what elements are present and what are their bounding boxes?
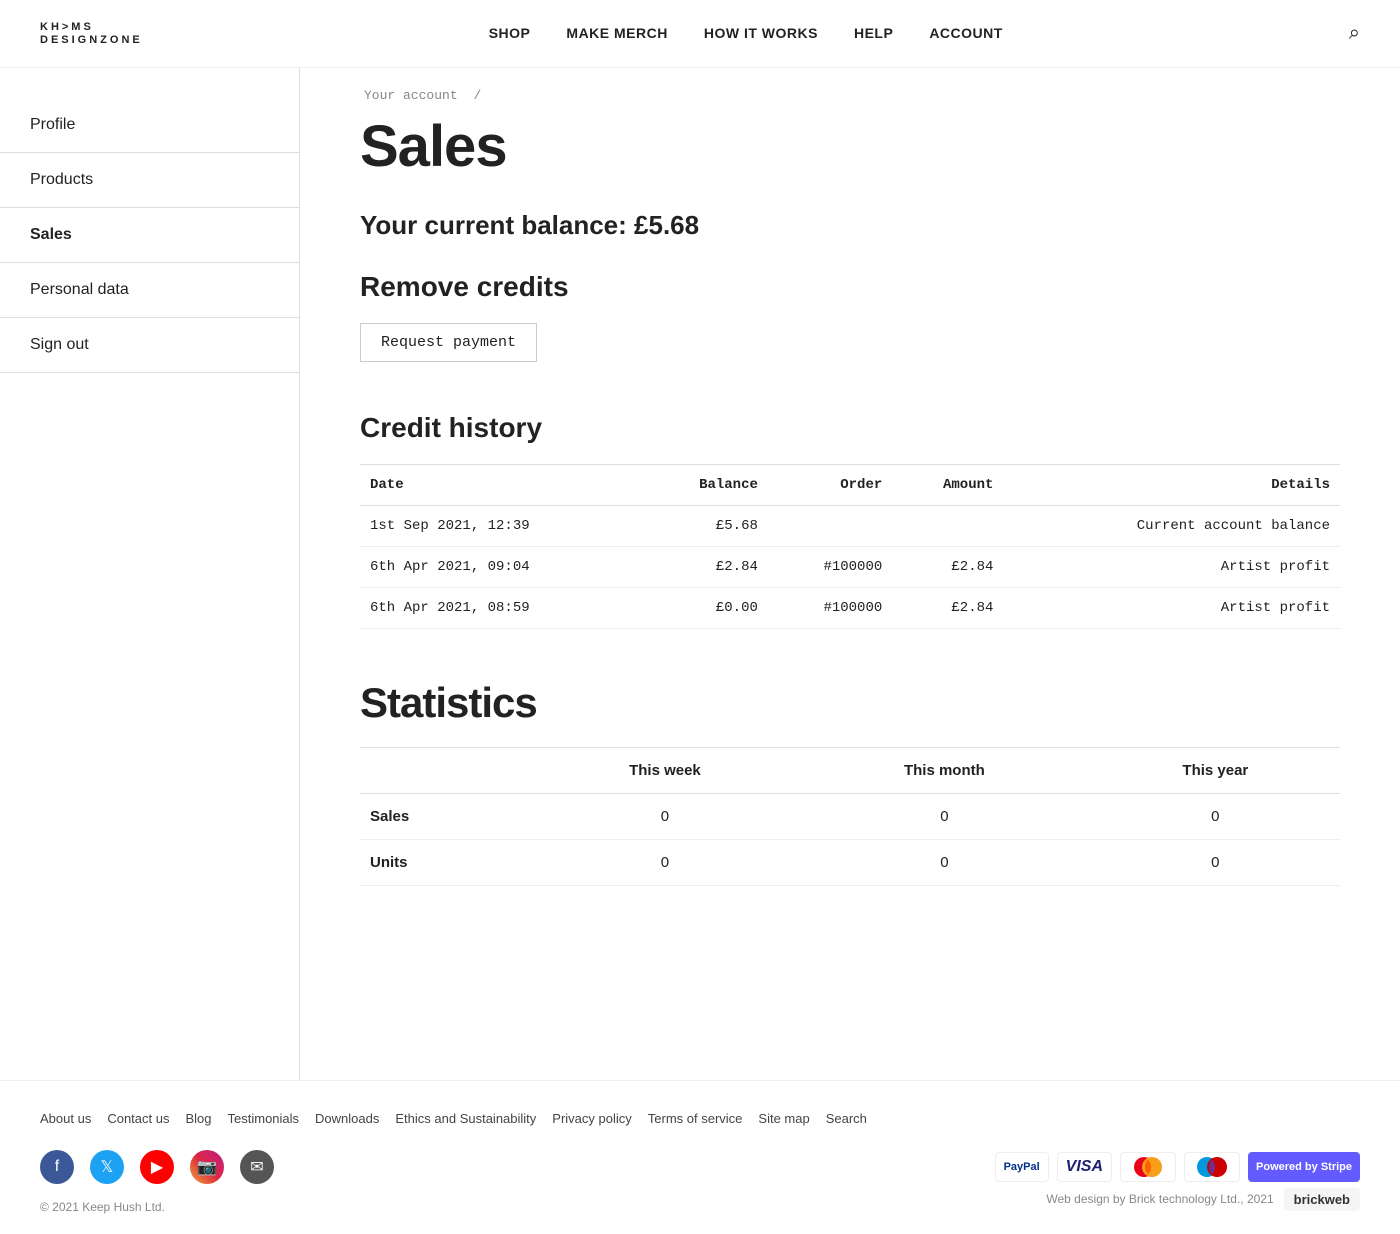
- row2-balance: £2.84: [644, 547, 768, 588]
- statistics-table: This week This month This year Sales 0 0…: [360, 747, 1340, 886]
- paypal-icon: PayPal: [995, 1152, 1049, 1182]
- mastercard-icon: [1120, 1152, 1176, 1182]
- credit-history-table: Date Balance Order Amount Details 1st Se…: [360, 464, 1340, 629]
- sidebar-item-products[interactable]: Products: [0, 153, 299, 208]
- stats-units-week: 0: [532, 840, 798, 886]
- stripe-icon: Powered by Stripe: [1248, 1152, 1360, 1182]
- footer-link-downloads[interactable]: Downloads: [315, 1111, 379, 1126]
- twitter-icon[interactable]: 𝕏: [90, 1150, 124, 1184]
- col-details: Details: [1003, 465, 1340, 506]
- footer-link-search[interactable]: Search: [826, 1111, 867, 1126]
- table-row: 1st Sep 2021, 12:39 £5.68 Current accoun…: [360, 506, 1340, 547]
- page-title: Sales: [360, 113, 1340, 180]
- remove-credits-title: Remove credits: [360, 271, 1340, 303]
- footer-link-sitemap[interactable]: Site map: [758, 1111, 809, 1126]
- payment-icons: PayPal VISA Powered by Stripe: [995, 1152, 1360, 1182]
- breadcrumb: Your account /: [360, 88, 1340, 103]
- nav-account[interactable]: ACCOUNT: [929, 25, 1003, 41]
- stats-col-label: [360, 748, 532, 794]
- stats-sales-year: 0: [1091, 794, 1340, 840]
- row2-date: 6th Apr 2021, 09:04: [360, 547, 644, 588]
- stats-units-year: 0: [1091, 840, 1340, 886]
- sidebar: Profile Products Sales Personal data Sig…: [0, 68, 300, 1080]
- stats-col-year: This year: [1091, 748, 1340, 794]
- stats-sales-week: 0: [532, 794, 798, 840]
- balance-text: Your current balance: £5.68: [360, 210, 1340, 241]
- footer-copyright: © 2021 Keep Hush Ltd.: [40, 1200, 165, 1214]
- row3-amount: £2.84: [892, 588, 1003, 629]
- sidebar-item-sales[interactable]: Sales: [0, 208, 299, 263]
- footer-links: About us Contact us Blog Testimonials Do…: [40, 1111, 1360, 1126]
- footer-link-ethics[interactable]: Ethics and Sustainability: [395, 1111, 536, 1126]
- youtube-icon[interactable]: ▶: [140, 1150, 174, 1184]
- facebook-icon[interactable]: f: [40, 1150, 74, 1184]
- col-order: Order: [768, 465, 892, 506]
- stats-units-month: 0: [798, 840, 1091, 886]
- page-layout: Profile Products Sales Personal data Sig…: [0, 68, 1400, 1080]
- row1-details: Current account balance: [1003, 506, 1340, 547]
- col-amount: Amount: [892, 465, 1003, 506]
- col-date: Date: [360, 465, 644, 506]
- logo[interactable]: KH>MS DESIGNZONE: [40, 21, 143, 45]
- row1-order: [768, 506, 892, 547]
- row2-order: #100000: [768, 547, 892, 588]
- footer-link-terms[interactable]: Terms of service: [648, 1111, 743, 1126]
- nav-help[interactable]: HELP: [854, 25, 893, 41]
- footer-link-blog[interactable]: Blog: [185, 1111, 211, 1126]
- row1-balance: £5.68: [644, 506, 768, 547]
- footer-bottom: f 𝕏 ▶ 📷 ✉ PayPal VISA: [40, 1150, 1360, 1184]
- email-icon[interactable]: ✉: [240, 1150, 274, 1184]
- stats-col-month: This month: [798, 748, 1091, 794]
- table-row: 6th Apr 2021, 09:04 £2.84 #100000 £2.84 …: [360, 547, 1340, 588]
- table-row: 6th Apr 2021, 08:59 £0.00 #100000 £2.84 …: [360, 588, 1340, 629]
- stats-row-units: Units 0 0 0: [360, 840, 1340, 886]
- sidebar-item-profile[interactable]: Profile: [0, 98, 299, 153]
- nav-shop[interactable]: SHOP: [489, 25, 531, 41]
- visa-icon: VISA: [1057, 1152, 1112, 1182]
- breadcrumb-account: Your account: [364, 88, 458, 103]
- footer-credit-row: © 2021 Keep Hush Ltd. Web design by Bric…: [40, 1184, 1360, 1214]
- credit-history-title: Credit history: [360, 412, 1340, 444]
- stats-sales-label: Sales: [360, 794, 532, 840]
- footer-link-testimonials[interactable]: Testimonials: [228, 1111, 300, 1126]
- col-balance: Balance: [644, 465, 768, 506]
- row3-date: 6th Apr 2021, 08:59: [360, 588, 644, 629]
- row1-date: 1st Sep 2021, 12:39: [360, 506, 644, 547]
- row1-amount: [892, 506, 1003, 547]
- search-icon-button[interactable]: ⌕: [1349, 22, 1360, 45]
- sidebar-item-personal-data[interactable]: Personal data: [0, 263, 299, 318]
- row3-details: Artist profit: [1003, 588, 1340, 629]
- header: KH>MS DESIGNZONE SHOP MAKE MERCH HOW IT …: [0, 0, 1400, 68]
- breadcrumb-separator: /: [473, 88, 481, 103]
- footer-link-contact[interactable]: Contact us: [107, 1111, 169, 1126]
- nav-how-it-works[interactable]: HOW IT WORKS: [704, 25, 818, 41]
- row2-amount: £2.84: [892, 547, 1003, 588]
- statistics-title: Statistics: [360, 679, 1340, 727]
- main-nav: SHOP MAKE MERCH HOW IT WORKS HELP ACCOUN…: [489, 25, 1003, 43]
- row3-order: #100000: [768, 588, 892, 629]
- nav-make-merch[interactable]: MAKE MERCH: [566, 25, 667, 41]
- logo-line2: DESIGNZONE: [40, 34, 143, 46]
- brickweb-label: brickweb: [1284, 1188, 1360, 1211]
- stats-sales-month: 0: [798, 794, 1091, 840]
- footer-link-about[interactable]: About us: [40, 1111, 91, 1126]
- footer-link-privacy[interactable]: Privacy policy: [552, 1111, 631, 1126]
- footer-web-credit: Web design by Brick technology Ltd., 202…: [1046, 1192, 1273, 1206]
- footer: About us Contact us Blog Testimonials Do…: [0, 1080, 1400, 1234]
- logo-line1: KH>MS: [40, 21, 143, 33]
- stats-row-sales: Sales 0 0 0: [360, 794, 1340, 840]
- social-icons: f 𝕏 ▶ 📷 ✉: [40, 1150, 274, 1184]
- sidebar-item-sign-out[interactable]: Sign out: [0, 318, 299, 373]
- main-content: Your account / Sales Your current balanc…: [300, 68, 1400, 1080]
- request-payment-button[interactable]: Request payment: [360, 323, 537, 362]
- instagram-icon[interactable]: 📷: [190, 1150, 224, 1184]
- stats-col-week: This week: [532, 748, 798, 794]
- row3-balance: £0.00: [644, 588, 768, 629]
- row2-details: Artist profit: [1003, 547, 1340, 588]
- maestro-icon: [1184, 1152, 1240, 1182]
- stats-units-label: Units: [360, 840, 532, 886]
